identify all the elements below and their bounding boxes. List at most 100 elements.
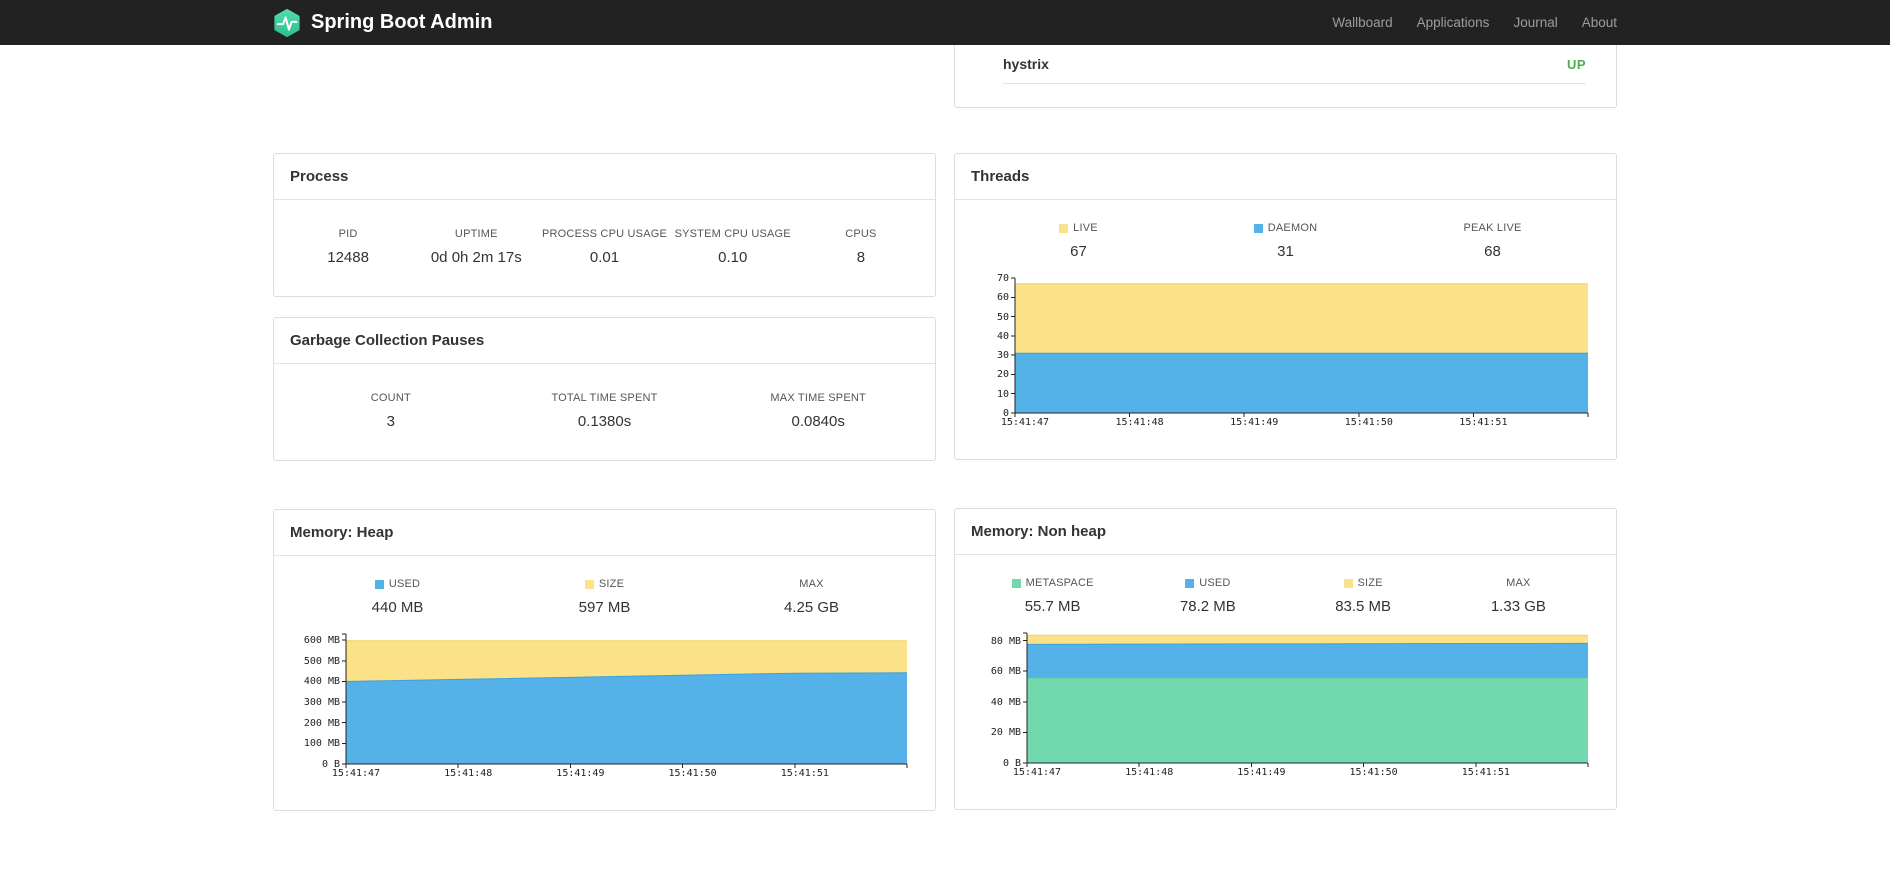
nav-link-about[interactable]: About xyxy=(1570,15,1617,30)
heap-chart: 0 B 100 MB 200 MB 300 MB 400 MB 500 MB 600 MB … xyxy=(274,620,935,810)
brand-title: Spring Boot Admin xyxy=(311,11,493,33)
legend-max: MAX 1.33 GB xyxy=(1441,577,1596,615)
legend-swatch-icon xyxy=(1011,578,1021,588)
legend-value: 440 MB xyxy=(371,599,424,616)
legend-label: PEAK LIVE xyxy=(1463,222,1522,234)
legend-live: LIVE 67 xyxy=(975,222,1182,260)
legend-swatch-icon xyxy=(1059,223,1069,233)
threads-chart-x-axis: 15:41:47 15:41:48 15:41:49 15:41:50 15:41:51 xyxy=(1001,413,1588,429)
navbar: Spring Boot Admin Wallboard Applications J… xyxy=(0,0,1890,45)
application-name[interactable]: hystrix xyxy=(1003,56,1049,72)
stat-value: 8 xyxy=(856,249,866,266)
x-tick-label: 15:41:51 xyxy=(1459,417,1508,428)
x-tick-label: 15:41:50 xyxy=(1349,767,1398,778)
brand[interactable]: Spring Boot Admin xyxy=(273,8,493,37)
spring-boot-admin-logo-icon xyxy=(273,8,301,37)
x-tick-label: 15:41:51 xyxy=(780,768,829,779)
threads-chart-plot xyxy=(1011,277,1589,417)
nav-links: Wallboard Applications Journal About xyxy=(1320,15,1617,30)
y-tick-label: 60 xyxy=(996,292,1009,304)
process-panel-title: Process xyxy=(274,154,935,200)
y-tick-label: 50 xyxy=(996,311,1009,323)
gc-panel-title: Garbage Collection Pauses xyxy=(274,318,935,364)
heap-chart-plot xyxy=(342,633,908,768)
legend-label: METASPACE xyxy=(975,577,1130,589)
legend-label: SIZE xyxy=(1286,577,1441,589)
stat-value: 3 xyxy=(386,413,395,430)
nonheap-chart-y-axis: 0 B 20 MB 40 MB 60 MB 80 MB xyxy=(975,633,1027,779)
stat-uptime: UPTIME 0d 0h 2m 17s xyxy=(412,228,540,266)
gc-stats: COUNT 3 TOTAL TIME SPENT 0.1380s MAX TIME SP… xyxy=(274,364,935,460)
stat-label: PID xyxy=(338,228,358,240)
y-tick-label: 600 MB xyxy=(303,635,340,647)
heap-legend: USED 440 MB SIZE 597 MB MAX 4.25 GB xyxy=(274,556,935,620)
x-tick-label: 15:41:48 xyxy=(444,768,493,779)
y-tick-label: 40 MB xyxy=(990,696,1021,708)
y-tick-label: 60 MB xyxy=(990,666,1021,678)
legend-value: 78.2 MB xyxy=(1179,598,1236,615)
stat-label: UPTIME xyxy=(454,228,498,240)
nav-link-applications[interactable]: Applications xyxy=(1405,15,1502,30)
x-tick-label: 15:41:50 xyxy=(668,768,717,779)
x-tick-label: 15:41:47 xyxy=(331,768,381,779)
panel-application-status: hystrix UP xyxy=(954,45,1617,108)
right-column: hystrix UP Threads LIVE 67 DAEMON 31 PEAK LI… xyxy=(954,45,1617,810)
stat-system-cpu-usage: SYSTEM CPU USAGE 0.10 xyxy=(669,228,797,266)
y-tick-label: 100 MB xyxy=(303,738,340,750)
legend-value: 55.7 MB xyxy=(1024,598,1081,615)
panel-memory-non-heap: Memory: Non heap METASPACE 55.7 MB USED 78.… xyxy=(954,508,1617,810)
area-chart-svg xyxy=(342,633,908,768)
heap-chart-x-axis: 15:41:47 15:41:48 15:41:49 15:41:50 15:41:51 xyxy=(332,764,907,780)
stat-label: SYSTEM CPU USAGE xyxy=(674,228,791,240)
y-tick-label: 400 MB xyxy=(303,676,340,688)
legend-daemon: DAEMON 31 xyxy=(1182,222,1389,260)
legend-label: DAEMON xyxy=(1182,222,1389,234)
y-tick-label: 300 MB xyxy=(303,697,340,709)
y-tick-label: 40 xyxy=(996,330,1009,342)
panel-threads: Threads LIVE 67 DAEMON 31 PEAK LIVE 68 0 10 20 3… xyxy=(954,153,1617,460)
stat-label: MAX TIME SPENT xyxy=(770,392,866,404)
stat-value: 0.01 xyxy=(589,249,620,266)
legend-peak-live: PEAK LIVE 68 xyxy=(1389,222,1596,260)
y-tick-label: 20 MB xyxy=(990,727,1021,739)
legend-size: SIZE 83.5 MB xyxy=(1286,577,1441,615)
x-tick-label: 15:41:47 xyxy=(1000,417,1050,428)
legend-value: 67 xyxy=(1070,243,1087,260)
stat-value: 12488 xyxy=(327,249,369,266)
legend-value: 597 MB xyxy=(578,599,631,616)
nav-link-wallboard[interactable]: Wallboard xyxy=(1320,15,1404,30)
x-tick-label: 15:41:48 xyxy=(1125,767,1174,778)
y-tick-label: 30 xyxy=(996,350,1009,362)
legend-max: MAX 4.25 GB xyxy=(708,578,915,616)
application-row[interactable]: hystrix UP xyxy=(1003,45,1586,84)
x-tick-label: 15:41:49 xyxy=(556,768,605,779)
y-tick-label: 80 MB xyxy=(990,635,1021,647)
x-tick-label: 15:41:48 xyxy=(1115,417,1164,428)
legend-used: USED 440 MB xyxy=(294,578,501,616)
heap-panel-title: Memory: Heap xyxy=(274,510,935,556)
legend-metaspace: METASPACE 55.7 MB xyxy=(975,577,1130,615)
legend-label: USED xyxy=(294,578,501,590)
panel-memory-heap: Memory: Heap USED 440 MB SIZE 597 MB MAX 4.25… xyxy=(273,509,936,811)
legend-swatch-icon xyxy=(1253,223,1263,233)
legend-value: 68 xyxy=(1484,243,1501,260)
nonheap-panel-title: Memory: Non heap xyxy=(955,509,1616,555)
y-tick-label: 10 xyxy=(996,388,1009,400)
legend-value: 4.25 GB xyxy=(783,599,840,616)
process-stats: PID 12488 UPTIME 0d 0h 2m 17s PROCESS CPU US… xyxy=(274,200,935,296)
legend-used: USED 78.2 MB xyxy=(1130,577,1285,615)
nav-link-journal[interactable]: Journal xyxy=(1501,15,1569,30)
heap-chart-y-axis: 0 B 100 MB 200 MB 300 MB 400 MB 500 MB 600 MB xyxy=(294,634,346,780)
x-tick-label: 15:41:49 xyxy=(1230,417,1279,428)
stat-value: 0.1380s xyxy=(577,413,632,430)
threads-legend: LIVE 67 DAEMON 31 PEAK LIVE 68 xyxy=(955,200,1616,264)
y-tick-label: 70 xyxy=(996,273,1009,284)
threads-chart: 0 10 20 30 40 50 60 70 15:41:47 15:41:48 15:41:49… xyxy=(955,264,1616,459)
legend-value: 83.5 MB xyxy=(1335,598,1392,615)
nonheap-chart: 0 B 20 MB 40 MB 60 MB 80 MB 15:41:47 15:41:48… xyxy=(955,619,1616,809)
stat-total-time-spent: TOTAL TIME SPENT 0.1380s xyxy=(498,392,712,430)
stat-count: COUNT 3 xyxy=(284,392,498,430)
legend-label: MAX xyxy=(799,578,824,590)
panel-garbage-collection: Garbage Collection Pauses COUNT 3 TOTAL TI… xyxy=(273,317,936,461)
dashboard: Process PID 12488 UPTIME 0d 0h 2m 17s PROCES… xyxy=(273,45,1617,881)
